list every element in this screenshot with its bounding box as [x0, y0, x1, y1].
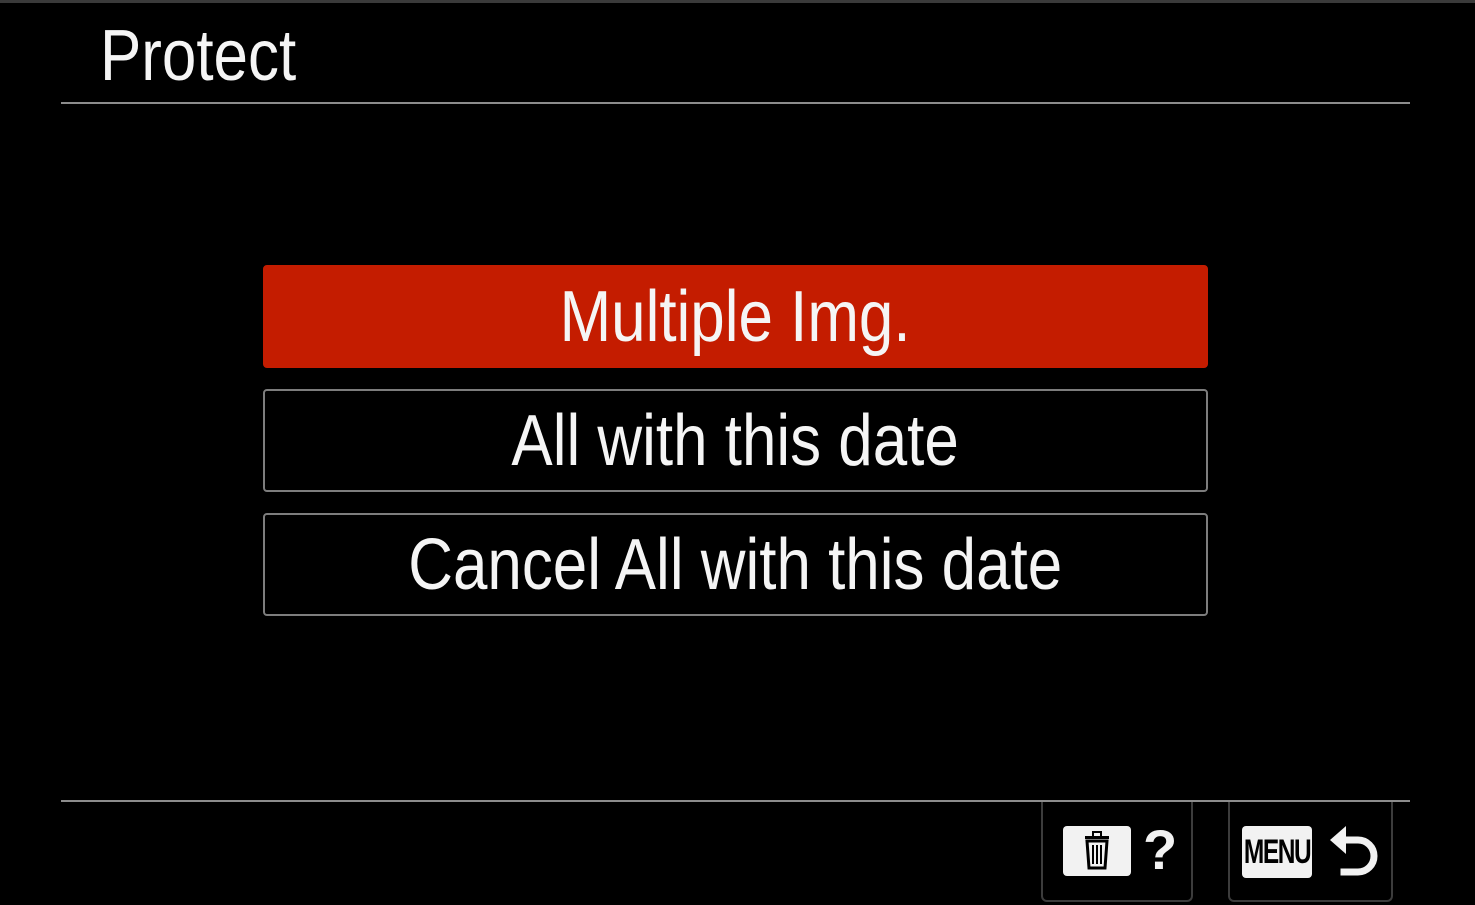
menu-item-label: Cancel All with this date [408, 524, 1063, 605]
footer-divider [61, 800, 1410, 802]
menu-item-all-with-this-date[interactable]: All with this date [263, 389, 1208, 492]
menu-item-cancel-all-with-this-date[interactable]: Cancel All with this date [263, 513, 1208, 616]
menu-item-multiple-img[interactable]: Multiple Img. [263, 265, 1208, 368]
menu-button-badge: MENU [1242, 826, 1312, 878]
top-edge [0, 0, 1475, 3]
menu-item-label: Multiple Img. [559, 276, 911, 357]
help-glyph: ? [1143, 818, 1178, 881]
return-arrow-icon [1326, 820, 1386, 882]
title-divider [61, 102, 1410, 104]
camera-menu-screen: Protect Multiple Img. All with this date… [0, 0, 1475, 905]
menu-back-softkey[interactable]: MENU [1228, 802, 1393, 902]
trash-icon [1063, 826, 1131, 876]
page-title: Protect [100, 16, 297, 96]
menu-item-label: All with this date [511, 400, 960, 481]
help-softkey[interactable]: ? [1041, 802, 1193, 902]
menu-badge-label: MENU [1243, 832, 1312, 871]
